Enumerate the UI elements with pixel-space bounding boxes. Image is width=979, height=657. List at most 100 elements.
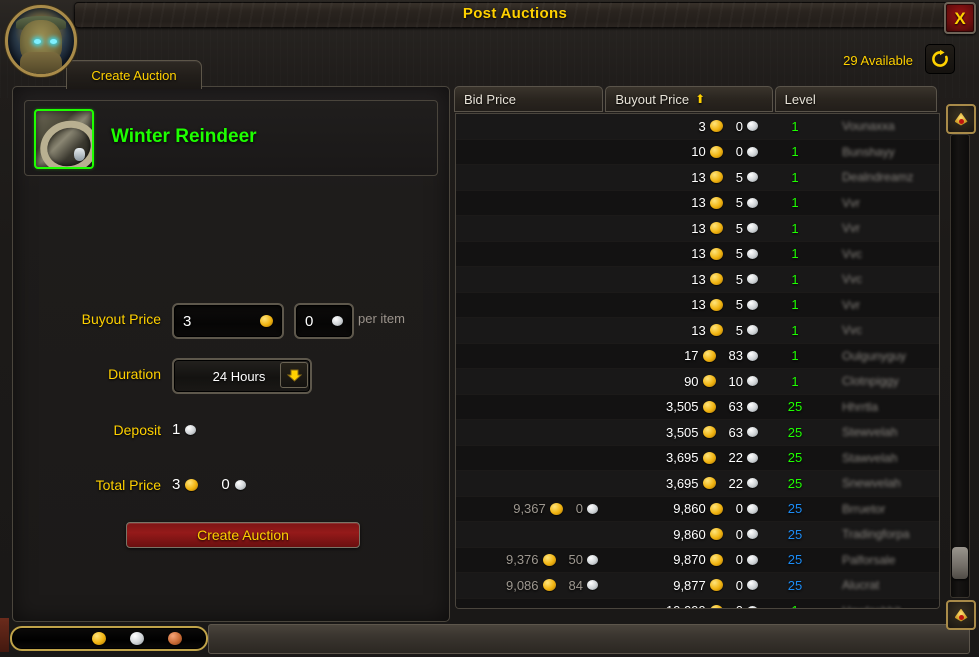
buyout-price-gold-input[interactable]: 3 — [172, 303, 284, 339]
cell-level: 1 — [791, 144, 799, 160]
scroll-up-button[interactable] — [946, 104, 976, 134]
auction-item-name: Winter Reindeer — [111, 126, 257, 147]
column-header-buyout-price[interactable]: Buyout Price ⬆ — [605, 86, 773, 112]
cell-seller-name: Vvc — [842, 246, 863, 261]
cell-level: 25 — [787, 399, 803, 415]
cell-buyout-price: 3,695 22 — [606, 446, 766, 471]
buyout-silver-value: 5 — [735, 220, 743, 236]
scrollbar-thumb[interactable] — [952, 547, 968, 579]
table-row[interactable]: 9,367 0 9,860 0 25 Brruetor — [456, 496, 939, 522]
buyout-gold-value: 13 — [691, 220, 706, 236]
buyout-silver-value: 10 — [728, 373, 743, 389]
cell-bid-price — [456, 140, 606, 165]
scrollbar-track[interactable] — [950, 134, 970, 598]
table-row[interactable]: 13 5 1 Vvc — [456, 267, 939, 293]
create-auction-button[interactable]: Create Auction — [126, 522, 360, 548]
silver-coin-icon — [587, 503, 598, 514]
gold-coin-icon — [702, 451, 716, 464]
cell-seller-name: Bunshayy — [842, 144, 895, 159]
gold-coin-icon — [709, 502, 723, 515]
column-header-level[interactable]: Level — [774, 86, 937, 112]
silver-coin-icon — [747, 172, 758, 183]
column-header-bid-price[interactable]: Bid Price — [454, 86, 604, 112]
table-row[interactable]: 3,505 63 25 Hhrrtla — [456, 394, 939, 420]
harness-ring-shape — [36, 113, 92, 167]
portrait-eye-left — [34, 39, 41, 44]
table-row[interactable]: 13 5 1 Vvr — [456, 190, 939, 216]
cell-bid-price — [456, 114, 606, 139]
buyout-gold-value: 13 — [691, 297, 706, 313]
silver-coin-icon — [747, 401, 758, 412]
cell-seller-name: Vvr — [842, 221, 860, 236]
cell-level: 25 — [787, 475, 803, 491]
buyout-gold-value: 90 — [684, 373, 699, 389]
listings-scrollbar[interactable] — [944, 104, 976, 630]
page-title: Post Auctions — [462, 5, 568, 22]
total-price-silver-value: 0 — [221, 476, 230, 493]
buyout-gold-value: 17 — [684, 348, 699, 364]
buyout-silver-value: 22 — [728, 475, 743, 491]
table-row[interactable]: 9,086 84 9,877 0 25 Alucrat — [456, 573, 939, 599]
reindeer-harness-icon[interactable] — [34, 109, 94, 169]
table-row[interactable]: 3,695 22 25 Snewvelah — [456, 471, 939, 497]
buyout-gold-value: 9,870 — [673, 552, 706, 568]
cell-seller-name: Vounaxxa — [842, 119, 895, 134]
buyout-gold-value: 3,505 — [665, 399, 699, 415]
table-row[interactable]: 13 5 1 Vvr — [456, 216, 939, 242]
deposit-value: 1 — [172, 421, 205, 438]
auction-item-slot[interactable]: Winter Reindeer — [24, 100, 438, 176]
player-money-bar[interactable] — [10, 626, 208, 651]
cell-buyout-price: 13 5 — [606, 293, 766, 318]
table-row[interactable]: 13 5 1 Vvc — [456, 241, 939, 267]
buyout-money: 3,505 63 — [666, 425, 758, 440]
cell-buyout-price: 9,877 0 — [606, 573, 766, 598]
table-row[interactable]: 17 83 1 Oulgunyguy — [456, 343, 939, 369]
silver-coin-icon — [747, 274, 758, 285]
sort-ascending-icon: ⬆ — [695, 92, 706, 106]
cell-seller-name: Tradingforpa — [842, 527, 910, 542]
column-header-buyout-price-label: Buyout Price — [615, 91, 690, 107]
cell-buyout-price: 13 5 — [606, 191, 766, 216]
buyout-price-silver-input[interactable]: 0 — [294, 303, 354, 339]
table-row[interactable]: 10 0 1 Bunshayy — [456, 139, 939, 165]
auction-listings-table[interactable]: 3 0 1 Vounaxxa 10 0 1 Bunshayy 13 5 1 Dealndreamz 13… — [455, 113, 940, 609]
scroll-down-icon — [954, 608, 968, 622]
refresh-icon — [932, 49, 948, 67]
refresh-button[interactable] — [925, 44, 955, 74]
gold-coin-icon — [709, 273, 723, 286]
table-row[interactable]: 19,999 0 1Howlzabbit — [456, 598, 939, 609]
portrait-eye-right — [50, 39, 57, 44]
cell-buyout-price: 90 10 — [606, 369, 766, 394]
close-button[interactable]: X — [944, 2, 976, 34]
silver-coin-icon — [130, 632, 144, 645]
table-row[interactable]: 3,695 22 25 Stawvelah — [456, 445, 939, 471]
buyout-money: 19,999 0 — [666, 603, 758, 608]
per-item-label: per item — [358, 311, 405, 326]
table-row[interactable]: 90 10 1 Clotnpiggy — [456, 369, 939, 395]
cell-level: 1 — [791, 297, 799, 313]
buyout-silver-value: 5 — [735, 322, 743, 338]
table-row[interactable]: 13 5 1 Vvr — [456, 292, 939, 318]
cell-buyout-price: 3,505 63 — [606, 395, 766, 420]
buyout-price-label: Buyout Price — [81, 311, 161, 327]
table-row[interactable]: 3,505 63 25 Stewvelah — [456, 420, 939, 446]
buyout-silver-value: 5 — [735, 169, 743, 185]
deposit-silver-value: 1 — [172, 421, 181, 438]
duration-dropdown[interactable]: 24 Hours — [172, 358, 312, 394]
chevron-down-icon[interactable] — [280, 362, 308, 388]
table-row[interactable]: 3 0 1 Vounaxxa — [456, 114, 939, 140]
auction-listings-panel: Bid Price Buyout Price ⬆ Level 3 0 1 Vounax… — [454, 86, 944, 626]
table-row[interactable]: 9,376 50 9,870 0 25 Palforsale — [456, 547, 939, 573]
table-row[interactable]: 9,860 0 25 Tradingforpa — [456, 522, 939, 548]
scroll-down-button[interactable] — [946, 600, 976, 630]
buyout-money: 13 5 — [691, 297, 758, 312]
buyout-money: 13 5 — [691, 170, 758, 185]
cell-level: 1 — [791, 220, 799, 236]
table-row[interactable]: 13 5 1 Dealndreamz — [456, 165, 939, 191]
cell-bid-price — [456, 599, 606, 609]
cell-buyout-price: 9,870 0 — [606, 548, 766, 573]
tab-create-auction[interactable]: Create Auction — [66, 60, 202, 89]
table-row[interactable]: 13 5 1 Vvc — [456, 318, 939, 344]
buyout-money: 13 5 — [691, 246, 758, 261]
buyout-gold-value: 9,860 — [673, 526, 706, 542]
